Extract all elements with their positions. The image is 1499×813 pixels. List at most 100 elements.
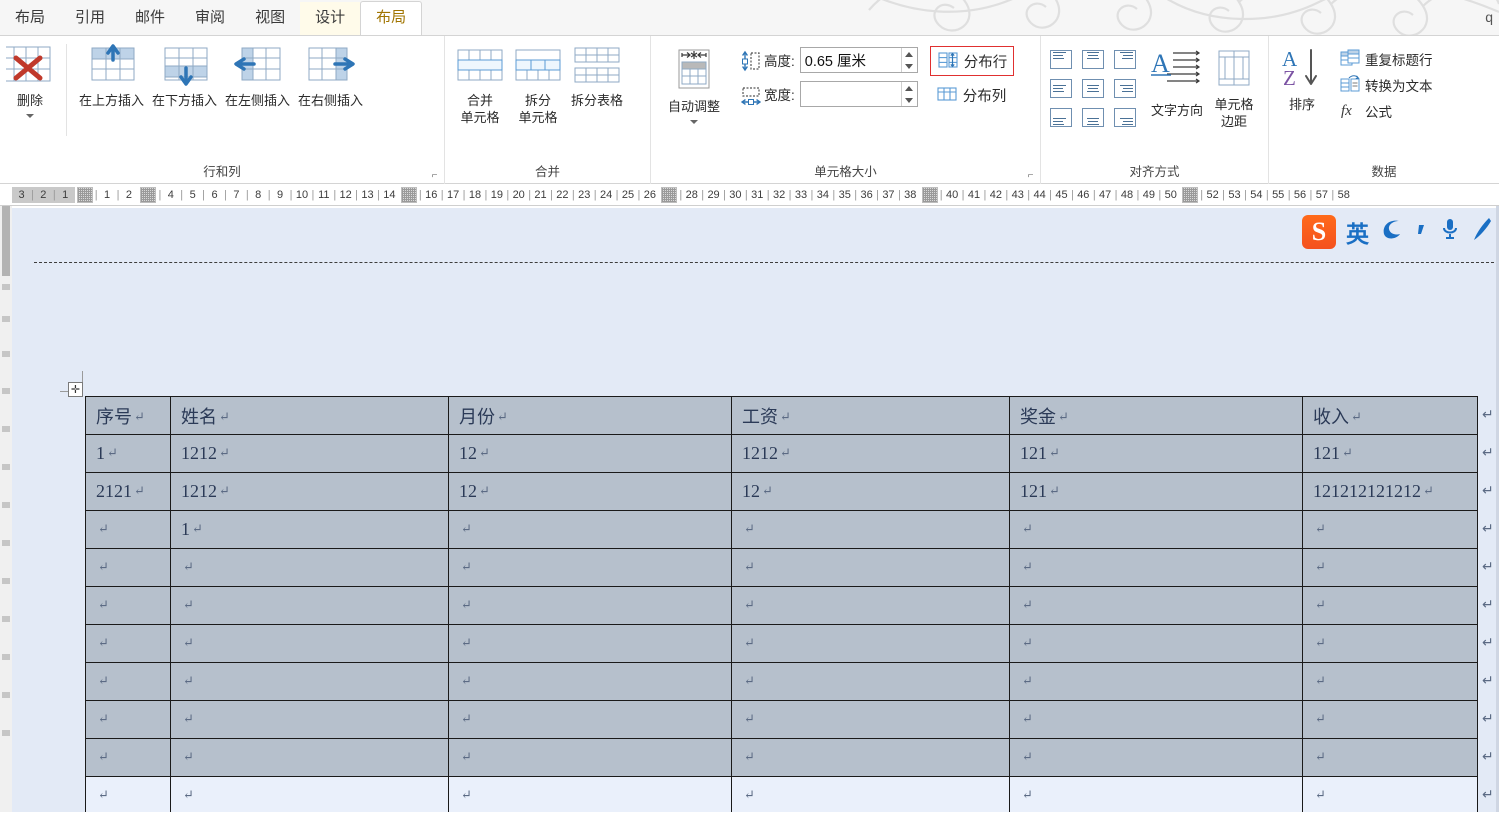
table-row[interactable]: ↵ ↵ ↵ ↵ ↵ ↵ [85,624,1478,663]
table-cell-r7-c4[interactable]: ↵ [1009,662,1303,701]
table-cell-r10-c3[interactable]: ↵ [731,776,1010,812]
table-cell-r9-c1[interactable]: ↵ [170,738,449,777]
convert-to-text-button[interactable]: 转换为文本 [1337,72,1436,98]
ime-mode-label[interactable]: 英 [1346,215,1369,249]
align-bottom-right-button[interactable] [1111,104,1139,130]
table-row[interactable]: ↵ ↵ ↵ ↵ ↵ ↵ [85,700,1478,739]
pen-icon[interactable] [1471,216,1493,248]
table-cell-r5-c1[interactable]: ↵ [170,586,449,625]
table-row[interactable]: ↵ ↵ ↵ ↵ ↵ ↵ [85,662,1478,701]
table-cell-r4-c1[interactable]: ↵ [170,548,449,587]
ruler-indent-marker-left[interactable] [76,186,93,203]
table-cell-r8-c0[interactable]: ↵ [85,700,171,739]
table-cell-r8-c5[interactable]: ↵ [1302,700,1478,739]
table-header-cell-5[interactable]: 收入 ↵ [1302,396,1478,435]
table-cell-r8-c1[interactable]: ↵ [170,700,449,739]
table-header-cell-4[interactable]: 奖金 ↵ [1009,396,1303,435]
align-bottom-center-button[interactable] [1079,104,1107,130]
table-cell-r3-c4[interactable]: ↵ [1009,510,1303,549]
table-cell-r4-c5[interactable]: ↵ [1302,548,1478,587]
split-cells-button[interactable]: 拆分 单元格 [509,42,567,128]
insert-above-button[interactable]: 在上方插入 [75,42,148,111]
table-cell-r9-c0[interactable]: ↵ [85,738,171,777]
sort-button[interactable]: A Z 排序 [1275,44,1329,115]
row-height-spin-buttons[interactable] [900,48,917,72]
ribbon-tabs[interactable]: 布局 引用 邮件 审阅 视图 设计 布局 [0,0,1499,35]
formula-button[interactable]: fx 公式 [1337,98,1436,124]
insert-below-button[interactable]: 在下方插入 [148,42,221,111]
table-cell-r5-c3[interactable]: ↵ [731,586,1010,625]
table-header-cell-2[interactable]: 月份 ↵ [448,396,732,435]
table-cell-r6-c2[interactable]: ↵ [448,624,732,663]
table-cell-r7-c0[interactable]: ↵ [85,662,171,701]
align-top-right-button[interactable] [1111,46,1139,72]
tab-references[interactable]: 引用 [60,2,120,35]
table-cell-r4-c3[interactable]: ↵ [731,548,1010,587]
table-cell-r4-c2[interactable]: ↵ [448,548,732,587]
table-cell-r8-c3[interactable]: ↵ [731,700,1010,739]
document-table[interactable]: 序号 ↵ 姓名 ↵ 月份 ↵ 工资 ↵ 奖金 ↵ 收入 ↵ 1 ↵ 1212 ↵ 12 ↵ 1212 ↵ 121 ↵ 121… [85,396,1478,812]
align-top-center-button[interactable] [1079,46,1107,72]
delete-button[interactable]: 删除 [0,42,60,120]
dialog-launcher-cell-size[interactable]: ⌐ [1025,170,1036,181]
table-row[interactable]: ↵ 1 ↵ ↵ ↵ ↵ ↵ [85,510,1478,549]
table-cell-r8-c4[interactable]: ↵ [1009,700,1303,739]
table-header-row[interactable]: 序号 ↵ 姓名 ↵ 月份 ↵ 工资 ↵ 奖金 ↵ 收入 ↵ [85,396,1478,435]
row-height-input[interactable] [800,48,901,72]
table-cell-r5-c0[interactable]: ↵ [85,586,171,625]
microphone-icon[interactable] [1439,216,1461,248]
table-row[interactable]: 2121 ↵ 1212 ↵ 12 ↵ 12 ↵ 121 ↵ 121212121212 ↵ [85,472,1478,511]
table-cell-r9-c2[interactable]: ↵ [448,738,732,777]
tab-layout-page[interactable]: 布局 [0,2,60,35]
table-cell-r5-c2[interactable]: ↵ [448,586,732,625]
vertical-ruler-gutter[interactable] [0,206,12,812]
tab-view[interactable]: 视图 [240,2,300,35]
insert-right-button[interactable]: 在右侧插入 [294,42,367,111]
table-cell-r8-c2[interactable]: ↵ [448,700,732,739]
align-middle-right-button[interactable] [1111,75,1139,101]
table-cell-r1-c4[interactable]: 121 ↵ [1009,434,1303,473]
table-cell-r1-c3[interactable]: 1212 ↵ [731,434,1010,473]
align-top-left-button[interactable] [1047,46,1075,72]
table-cell-r6-c4[interactable]: ↵ [1009,624,1303,663]
table-cell-r5-c4[interactable]: ↵ [1009,586,1303,625]
column-width-spinner[interactable] [799,81,918,107]
table-row[interactable]: ↵ ↵ ↵ ↵ ↵ ↵ [85,776,1478,812]
table-move-handle[interactable]: ✛ [68,382,83,397]
distribute-columns-button[interactable]: 分布列 [930,80,1015,110]
horizontal-ruler[interactable]: 3 | 2 | 1 | 1 | 2 | 4 | 5 | 6 | 7 | 8 | 9 | 10 | 11 | 12 | 13 | 14 | 16 |… [0,184,1499,206]
table-cell-r5-c5[interactable]: ↵ [1302,586,1478,625]
table-cell-r4-c0[interactable]: ↵ [85,548,171,587]
chevron-down-icon[interactable] [690,120,698,124]
table-cell-r6-c1[interactable]: ↵ [170,624,449,663]
sogou-ime-toolbar[interactable]: S 英 [1296,210,1499,254]
tab-design[interactable]: 设计 [300,2,361,35]
comma-icon[interactable] [1415,217,1429,247]
table-cell-r9-c3[interactable]: ↵ [731,738,1010,777]
table-row[interactable]: ↵ ↵ ↵ ↵ ↵ ↵ [85,548,1478,587]
table-cell-r2-c5[interactable]: 121212121212 ↵ [1302,472,1478,511]
table-cell-r1-c2[interactable]: 12 ↵ [448,434,732,473]
table-cell-r7-c3[interactable]: ↵ [731,662,1010,701]
sogou-logo-icon[interactable]: S [1302,215,1336,249]
insert-left-button[interactable]: 在左侧插入 [221,42,294,111]
table-cell-r10-c4[interactable]: ↵ [1009,776,1303,812]
ruler-col-marker-3[interactable] [661,186,678,203]
column-width-spin-buttons[interactable] [900,82,917,106]
table-cell-r1-c5[interactable]: 121 ↵ [1302,434,1478,473]
table-cell-r2-c0[interactable]: 2121 ↵ [85,472,171,511]
align-middle-left-button[interactable] [1047,75,1075,101]
merge-cells-button[interactable]: 合并 单元格 [451,42,509,128]
ruler-col-marker-1[interactable] [140,186,157,203]
row-height-spinner[interactable] [799,47,918,73]
table-cell-r3-c0[interactable]: ↵ [85,510,171,549]
table-row[interactable]: 1 ↵ 1212 ↵ 12 ↵ 1212 ↵ 121 ↵ 121 ↵ [85,434,1478,473]
table-cell-r2-c4[interactable]: 121 ↵ [1009,472,1303,511]
table-cell-r3-c1[interactable]: 1 ↵ [170,510,449,549]
autofit-button[interactable]: 自动调整 [657,46,731,126]
table-header-cell-1[interactable]: 姓名 ↵ [170,396,449,435]
table-cell-r7-c5[interactable]: ↵ [1302,662,1478,701]
table-cell-r1-c1[interactable]: 1212 ↵ [170,434,449,473]
table-cell-r3-c3[interactable]: ↵ [731,510,1010,549]
table-cell-r1-c0[interactable]: 1 ↵ [85,434,171,473]
